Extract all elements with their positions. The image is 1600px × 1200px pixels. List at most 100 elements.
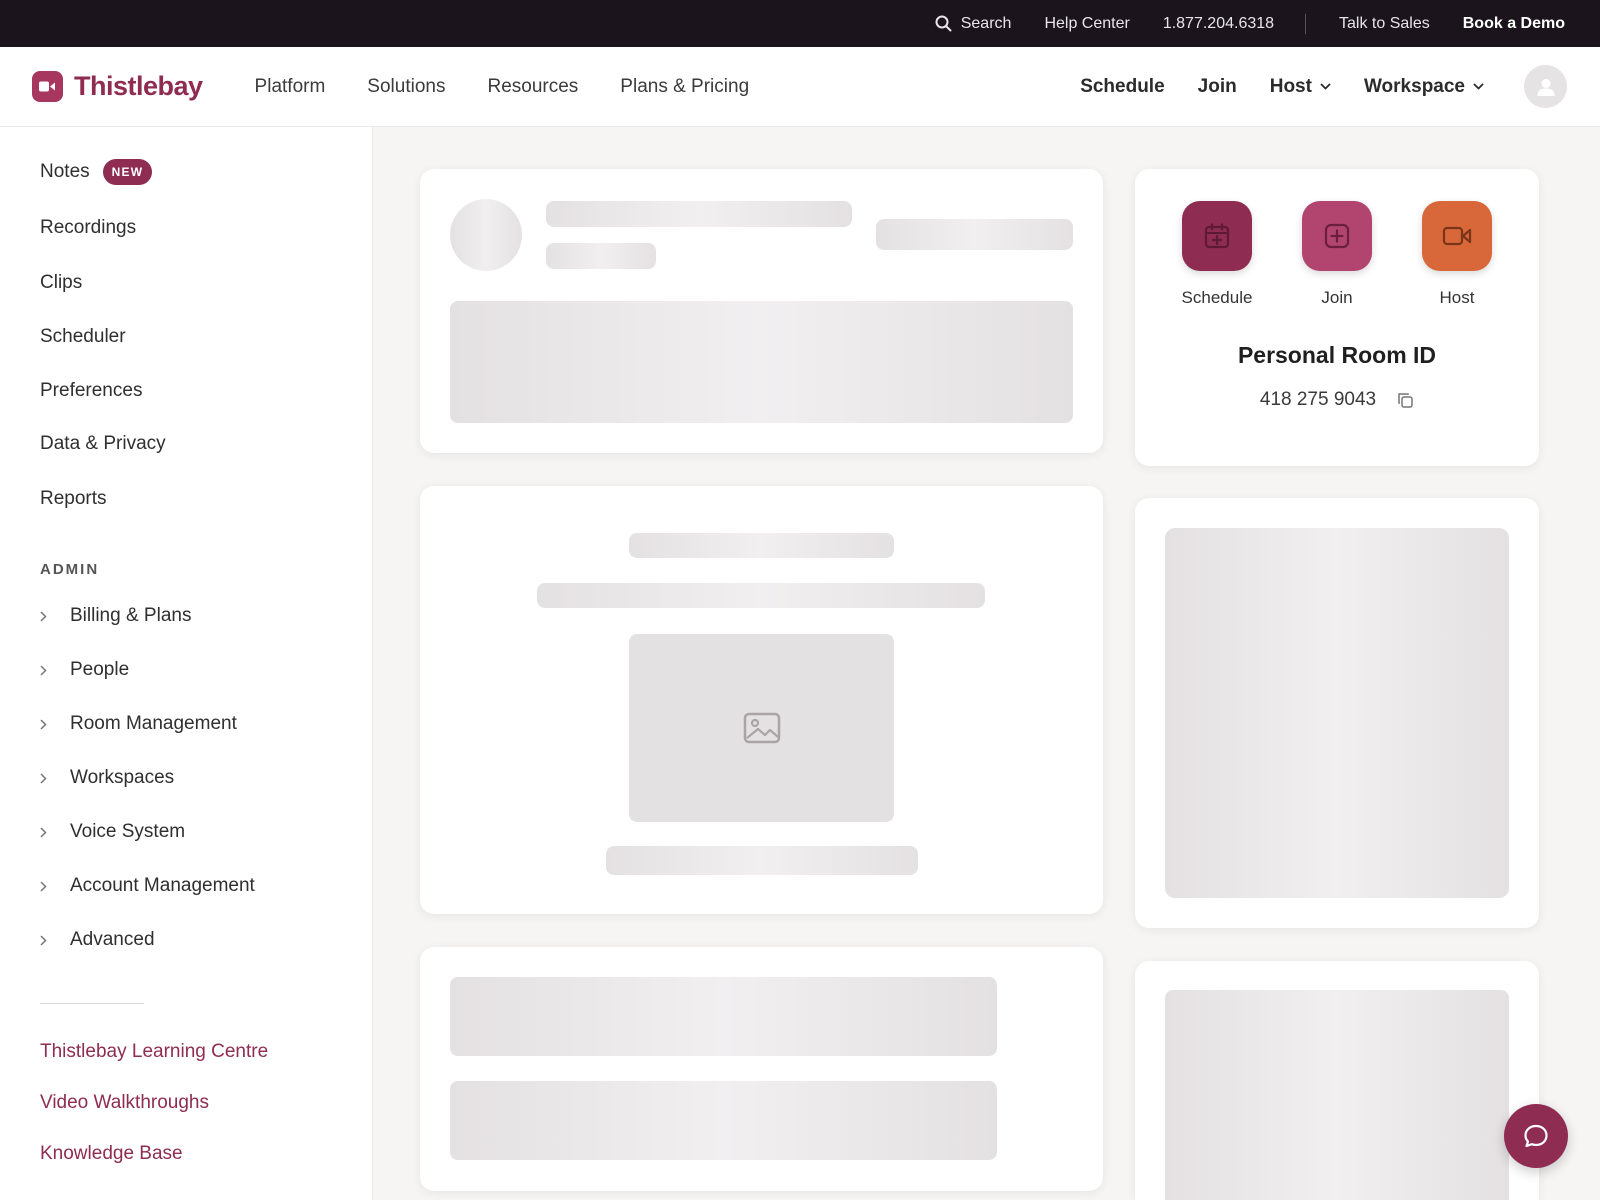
chevron-right-icon: [40, 772, 47, 784]
search-label: Search: [960, 14, 1012, 32]
nav-join-button[interactable]: Join: [1198, 76, 1237, 98]
admin-item-account-management[interactable]: Account Management: [40, 875, 255, 897]
image-placeholder-icon: [743, 712, 780, 744]
skeleton-block: [450, 1081, 997, 1160]
sidebar-divider: [40, 1003, 144, 1004]
join-quick-action[interactable]: Join: [1292, 201, 1382, 308]
admin-item-label: Advanced: [70, 929, 155, 950]
admin-item-label: People: [70, 659, 130, 680]
personal-room-id-row: 418 275 9043: [1135, 389, 1539, 411]
learning-centre-link[interactable]: Thistlebay Learning Centre: [40, 1041, 268, 1063]
logo-camera-icon: [32, 71, 63, 102]
admin-item-workspaces[interactable]: Workspaces: [40, 767, 174, 789]
brand-name: Thistlebay: [74, 71, 203, 101]
chat-button[interactable]: [1504, 1104, 1568, 1168]
skeleton-block: [450, 977, 997, 1056]
chevron-right-icon: [40, 610, 47, 622]
new-badge: NEW: [102, 159, 153, 185]
nav-host-label: Host: [1269, 75, 1312, 97]
sidebar-item-notes[interactable]: Notes NEW: [40, 159, 153, 185]
nav-link-resources[interactable]: Resources: [487, 76, 578, 98]
video-walkthroughs-link[interactable]: Video Walkthroughs: [40, 1092, 209, 1114]
admin-item-voice-system[interactable]: Voice System: [40, 821, 185, 843]
skeleton-line: [606, 846, 918, 875]
admin-item-people[interactable]: People: [40, 659, 129, 681]
talk-to-sales-link[interactable]: Talk to Sales: [1339, 15, 1430, 33]
admin-item-billing-plans[interactable]: Billing & Plans: [40, 605, 191, 627]
chevron-right-icon: [40, 664, 47, 676]
sidebar: Notes NEW Recordings Clips Scheduler Pre…: [0, 127, 373, 1200]
skeleton-line: [629, 533, 894, 558]
sidebar-item-scheduler[interactable]: Scheduler: [40, 326, 126, 348]
join-quick-button[interactable]: [1302, 201, 1372, 271]
admin-item-label: Billing & Plans: [70, 605, 192, 626]
host-quick-button[interactable]: [1422, 201, 1492, 271]
copy-room-id-button[interactable]: [1397, 392, 1414, 409]
skeleton-card-list: [420, 947, 1103, 1191]
user-icon: [1537, 78, 1554, 96]
schedule-quick-action[interactable]: Schedule: [1172, 201, 1262, 308]
admin-item-advanced[interactable]: Advanced: [40, 929, 155, 951]
skeleton-image: [629, 634, 894, 822]
skeleton-block: [450, 301, 1073, 423]
primary-nav-links: Platform Solutions Resources Plans & Pri…: [255, 76, 792, 98]
schedule-quick-button[interactable]: [1182, 201, 1252, 271]
skeleton-card-side: [1135, 498, 1539, 928]
quick-actions-card: Schedule Join Host Personal Room ID 418 …: [1135, 169, 1539, 466]
sidebar-item-recordings[interactable]: Recordings: [40, 217, 136, 239]
book-demo-link[interactable]: Book a Demo: [1463, 15, 1565, 33]
chevron-right-icon: [40, 934, 47, 946]
personal-room-title: Personal Room ID: [1237, 342, 1437, 368]
schedule-quick-label: Schedule: [1181, 288, 1253, 307]
user-avatar[interactable]: [1524, 65, 1567, 108]
skeleton-block: [1165, 528, 1509, 898]
host-quick-action[interactable]: Host: [1412, 201, 1502, 308]
nav-link-platform[interactable]: Platform: [255, 76, 326, 98]
phone-number[interactable]: 1.877.204.6318: [1163, 15, 1274, 33]
nav-workspace-dropdown[interactable]: Workspace: [1364, 76, 1484, 98]
skeleton-card-media: [420, 486, 1103, 914]
utility-divider: [1305, 13, 1307, 34]
admin-section-header: ADMIN: [40, 561, 100, 578]
skeleton-avatar: [450, 199, 522, 271]
chevron-right-icon: [40, 826, 47, 838]
calendar-plus-icon: [1204, 223, 1230, 249]
admin-item-label: Voice System: [70, 821, 186, 842]
sidebar-item-label: Notes: [40, 161, 90, 182]
utility-bar: Search Help Center 1.877.204.6318 Talk t…: [0, 0, 1600, 47]
chevron-right-icon: [40, 880, 47, 892]
join-quick-label: Join: [1321, 288, 1353, 307]
skeleton-block: [1165, 990, 1509, 1200]
main-nav: Thistlebay Platform Solutions Resources …: [0, 47, 1600, 127]
chevron-down-icon: [1320, 83, 1331, 90]
nav-actions: Schedule Join Host Workspace: [1080, 65, 1567, 108]
nav-schedule-button[interactable]: Schedule: [1080, 76, 1164, 98]
help-center-link[interactable]: Help Center: [1044, 15, 1129, 33]
brand-logo[interactable]: Thistlebay: [32, 71, 203, 102]
admin-item-label: Workspaces: [70, 767, 175, 788]
nav-link-plans-pricing[interactable]: Plans & Pricing: [620, 76, 749, 98]
admin-item-room-management[interactable]: Room Management: [40, 713, 237, 735]
skeleton-card-side-lower: [1135, 961, 1539, 1200]
chevron-right-icon: [40, 718, 47, 730]
skeleton-line: [546, 201, 852, 227]
plus-square-icon: [1324, 223, 1350, 249]
skeleton-card-profile: [420, 169, 1103, 453]
nav-link-solutions[interactable]: Solutions: [367, 76, 445, 98]
sidebar-item-clips[interactable]: Clips: [40, 272, 82, 294]
skeleton-line: [876, 219, 1073, 250]
skeleton-line: [546, 243, 656, 269]
skeleton-line: [537, 583, 985, 608]
admin-item-label: Account Management: [70, 875, 255, 896]
video-camera-icon: [1442, 226, 1472, 246]
sidebar-item-preferences[interactable]: Preferences: [40, 380, 142, 402]
search-link[interactable]: Search: [935, 14, 1012, 33]
copy-icon: [1398, 392, 1413, 408]
sidebar-item-reports[interactable]: Reports: [40, 488, 107, 510]
host-quick-label: Host: [1439, 288, 1475, 307]
nav-workspace-label: Workspace: [1363, 75, 1465, 97]
sidebar-item-data-privacy[interactable]: Data & Privacy: [40, 433, 166, 455]
knowledge-base-link[interactable]: Knowledge Base: [40, 1143, 183, 1165]
nav-host-dropdown[interactable]: Host: [1270, 76, 1331, 98]
admin-item-label: Room Management: [70, 713, 237, 734]
